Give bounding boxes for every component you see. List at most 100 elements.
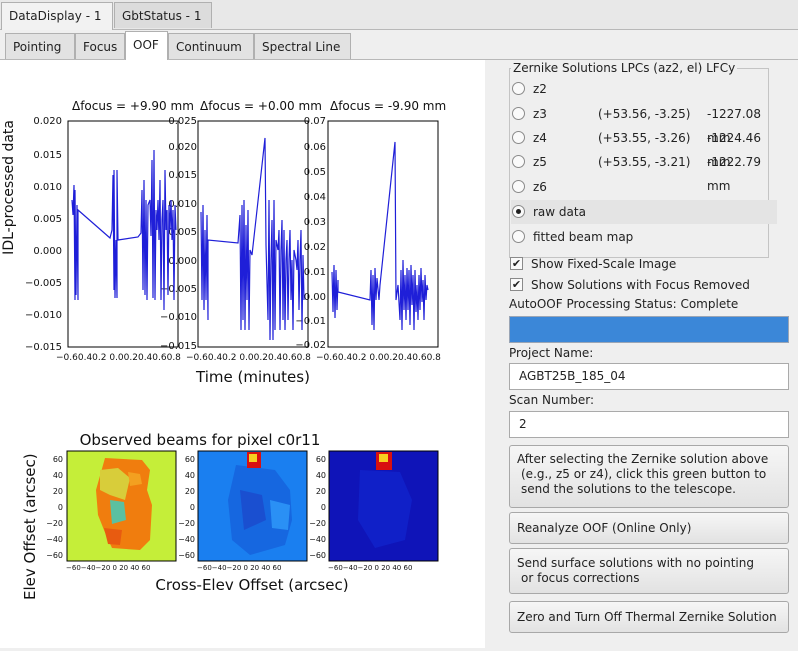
b3-ytick: 60 [316,455,326,464]
p2-ytick: 0.010 [168,199,197,210]
button-text-line: send the solutions to the telescope. [521,482,736,496]
b3-ytick: 20 [316,487,326,496]
p3-ytick: 0.02 [304,242,326,253]
b1-ytick: 0 [58,503,63,512]
p1-ytick: −0.010 [25,310,62,321]
p1-ytick: −0.015 [25,342,62,353]
beam-map-1 [66,450,177,562]
radio-button[interactable] [512,230,525,243]
b1-ytick: 20 [53,487,63,496]
zernike-option-z3[interactable]: z3 (+53.56, -3.25) -1227.08 mm [511,102,777,145]
reanalyze-oof-button[interactable]: Reanalyze OOF (Online Only) [509,512,789,544]
checkbox-checked[interactable]: ✔ [510,257,523,270]
p2-ytick: 0.015 [168,170,197,181]
b2-ytick: 20 [185,487,195,496]
p2-ytick: −0.010 [160,312,197,323]
b3-ytick: −20 [309,519,326,528]
beams-xlabel: Cross-Elev Offset (arcsec) [155,576,348,594]
b3-xticks: −60−40−20 0 20 40 60 [328,564,412,572]
button-text-line: After selecting the Zernike solution abo… [517,452,769,466]
p3-xticks: −0.60.40.2 0.00.20.40.60.8 [316,353,441,363]
zernike-lpc: (+53.56, -3.25) [598,107,691,121]
beam-map-2 [197,450,308,562]
zernike-name: z3 [533,107,547,121]
radio-button-selected[interactable] [512,205,525,218]
zernike-option-z2[interactable]: z2 [511,77,777,101]
button-text-line: Reanalyze OOF (Online Only) [517,521,692,535]
send-solutions-button[interactable]: After selecting the Zernike solution abo… [509,445,789,508]
tab-gbtstatus[interactable]: GbtStatus - 1 [114,2,212,28]
b2-ytick: 60 [185,455,195,464]
scan-number-field[interactable]: 2 [509,411,789,438]
b2-ytick: −20 [178,519,195,528]
oof-control-panel: Zernike Solutions LPCs (az2, el) LFCy z2… [485,60,798,648]
button-text-line: Send surface solutions with no pointing [517,556,754,570]
panel-title-2: Δfocus = +0.00 mm [200,99,322,113]
radio-button[interactable] [512,82,525,95]
p3-ytick: −0.01 [295,316,326,327]
p3-ytick: 0.04 [304,192,326,203]
p2-xticks: −0.60.40.2 0.00.20.40.60.8 [186,353,311,363]
tab-focus[interactable]: Focus [75,33,125,59]
zernike-option-fitted-beam-map[interactable]: fitted beam map [511,225,777,249]
plot-area: IDL-processed data Δfocus = +9.90 mm Δfo… [0,60,485,648]
p2-ytick: −0.015 [160,341,197,352]
b1-ytick: −20 [46,519,63,528]
zernike-lpc: (+53.55, -3.21) [598,155,691,169]
tab-spectral-line[interactable]: Spectral Line [254,33,351,59]
tab-oof[interactable]: OOF [125,31,168,60]
p1-ytick: 0.010 [33,182,62,193]
radio-button[interactable] [512,107,525,120]
tab-datadisplay[interactable]: DataDisplay - 1 [1,2,113,30]
b1-ytick: −60 [46,551,63,560]
checkbox-checked[interactable]: ✔ [510,278,523,291]
zernike-option-z6[interactable]: z6 [511,175,777,199]
display-tab-bar: Pointing Focus OOF Continuum Spectral Li… [0,30,798,60]
project-name-label: Project Name: [509,346,594,360]
zernike-group-title: Zernike Solutions LPCs (az2, el) LFCy [511,61,738,75]
p3-ytick: 0.01 [304,267,326,278]
zero-thermal-zernike-button[interactable]: Zero and Turn Off Thermal Zernike Soluti… [509,601,789,633]
zernike-option-raw-data[interactable]: raw data [511,200,777,224]
send-surface-solutions-button[interactable]: Send surface solutions with no pointing … [509,548,789,594]
button-text-line: or focus corrections [521,571,640,585]
b3-ytick: 40 [316,471,326,480]
b2-ytick: −60 [178,551,195,560]
b2-ytick: 0 [190,503,195,512]
button-text-line: (e.g., z5 or z4), click this green butto… [521,467,767,481]
p2-ytick: 0.000 [168,256,197,267]
p3-ytick: 0.00 [304,292,326,303]
p3-ytick: 0.06 [304,142,326,153]
panel-title-3: Δfocus = -9.90 mm [330,99,446,113]
zernike-name: fitted beam map [533,230,634,244]
project-name-field[interactable]: AGBT25B_185_04 [509,363,789,390]
p1-ytick: −0.005 [25,278,62,289]
oof-plots: IDL-processed data Δfocus = +9.90 mm Δfo… [1,99,446,600]
panel-title-1: Δfocus = +9.90 mm [72,99,194,113]
zernike-option-z5[interactable]: z5 (+53.55, -3.21) -1222.79 mm [511,150,777,193]
zernike-name: z2 [533,82,547,96]
panel-frame-3 [327,120,439,348]
b1-ytick: 60 [53,455,63,464]
p1-ytick: 0.005 [33,214,62,225]
zernike-name: raw data [533,205,586,219]
p2-ytick: 0.020 [168,142,197,153]
panel-frame-2 [197,120,309,348]
b2-ytick: 40 [185,471,195,480]
zernike-option-z4[interactable]: z4 (+53.55, -3.26) -1224.46 mm [511,126,777,169]
tab-pointing[interactable]: Pointing [5,33,75,59]
p2-ytick: 0.025 [168,116,197,127]
radio-button[interactable] [512,180,525,193]
radio-button[interactable] [512,131,525,144]
b1-ytick: 40 [53,471,63,480]
b2-ytick: −40 [178,535,195,544]
processing-progress-bar [509,316,789,343]
p3-ytick: 0.03 [304,217,326,228]
tab-continuum[interactable]: Continuum [168,33,254,59]
beam-map-3 [328,450,439,562]
b3-ytick: −40 [309,535,326,544]
radio-button[interactable] [512,155,525,168]
timeseries-ylabel: IDL-processed data [1,120,17,255]
progress-fill [510,317,788,342]
zernike-lpc: (+53.55, -3.26) [598,131,691,145]
